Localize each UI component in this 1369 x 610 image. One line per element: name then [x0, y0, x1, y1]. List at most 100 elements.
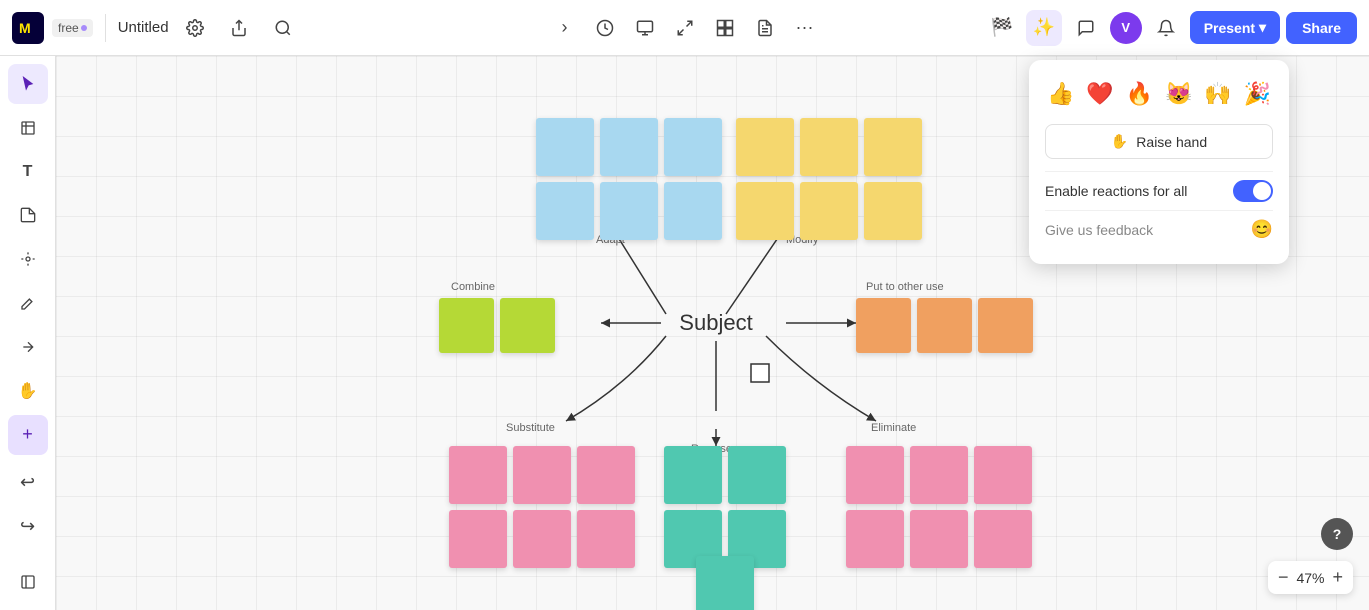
eliminate-label: Eliminate — [871, 422, 916, 434]
svg-text:M: M — [19, 20, 31, 36]
sticky-note[interactable] — [513, 446, 571, 504]
search-button[interactable] — [265, 10, 301, 46]
sticky-note[interactable] — [500, 298, 555, 353]
sticky-note[interactable] — [439, 298, 494, 353]
notes-button[interactable] — [747, 10, 783, 46]
combine-label: Combine — [451, 281, 495, 293]
free-dot — [81, 25, 87, 31]
present-chevron: ▾ — [1259, 19, 1266, 36]
fire-emoji[interactable]: 🔥 — [1124, 76, 1155, 112]
share-label: Share — [1302, 20, 1341, 36]
sticky-note[interactable] — [856, 298, 911, 353]
sticky-note[interactable] — [800, 118, 858, 176]
sticky-note[interactable] — [736, 182, 794, 240]
sticky-note[interactable] — [449, 446, 507, 504]
sticky-note[interactable] — [736, 118, 794, 176]
board-title[interactable]: Untitled — [118, 19, 169, 36]
flag-button[interactable]: 🏁 — [984, 10, 1020, 46]
reactions-button[interactable]: ✨ — [1026, 10, 1062, 46]
raise-hand-icon: ✋ — [1111, 133, 1128, 150]
shape-tool[interactable] — [8, 239, 48, 279]
sticky-note[interactable] — [577, 446, 635, 504]
heart-eyes-cat-emoji[interactable]: 😻 — [1163, 76, 1194, 112]
frames-tool[interactable] — [8, 108, 48, 148]
zoom-controls: − 47% + — [1268, 561, 1353, 594]
sticky-note[interactable] — [846, 446, 904, 504]
sticky-note[interactable] — [600, 182, 658, 240]
sticky-note[interactable] — [917, 298, 972, 353]
miro-logo-icon: M — [12, 12, 44, 44]
sticky-note[interactable] — [864, 118, 922, 176]
free-label: free — [58, 21, 79, 35]
feedback-icon[interactable]: 😊 — [1251, 219, 1273, 240]
help-button[interactable]: ? — [1321, 518, 1353, 550]
feedback-label: Give us feedback — [1045, 222, 1153, 238]
sticky-note[interactable] — [864, 182, 922, 240]
sticky-note-tool[interactable] — [8, 196, 48, 236]
cursor-tool[interactable] — [8, 64, 48, 104]
zoom-out-button[interactable]: − — [1278, 567, 1289, 588]
enable-reactions-label: Enable reactions for all — [1045, 183, 1187, 199]
sticky-note[interactable] — [974, 446, 1032, 504]
enable-reactions-toggle[interactable] — [1233, 180, 1273, 202]
raise-hand-label: Raise hand — [1136, 134, 1207, 150]
pen-tool[interactable] — [8, 283, 48, 323]
undo-button[interactable]: ↩ — [8, 463, 48, 503]
screen-button[interactable] — [627, 10, 663, 46]
sticky-note[interactable] — [974, 510, 1032, 568]
sticky-note[interactable] — [664, 182, 722, 240]
avatar-button[interactable]: V — [1110, 12, 1142, 44]
present-label: Present — [1204, 20, 1255, 36]
sticky-note[interactable] — [728, 446, 786, 504]
heart-emoji[interactable]: ❤️ — [1084, 76, 1115, 112]
topbar-divider — [105, 14, 106, 42]
present-button[interactable]: Present ▾ — [1190, 11, 1280, 44]
sticky-note[interactable] — [577, 510, 635, 568]
party-emoji[interactable]: 🎉 — [1242, 76, 1273, 112]
thumbs-up-emoji[interactable]: 👍 — [1045, 76, 1076, 112]
text-tool[interactable]: T — [8, 152, 48, 192]
timer-button[interactable] — [587, 10, 623, 46]
more-button[interactable]: ··· — [787, 10, 823, 46]
settings-button[interactable] — [177, 10, 213, 46]
reactions-popup: 👍 ❤️ 🔥 😻 🙌 🎉 ✋ Raise hand Enable reactio… — [1029, 60, 1289, 264]
right-toolbar: 🏁 ✨ V Present ▾ Share — [984, 10, 1357, 46]
zoom-in-button[interactable]: + — [1332, 567, 1343, 588]
raised-hands-emoji[interactable]: 🙌 — [1202, 76, 1233, 112]
sticky-note[interactable] — [978, 298, 1033, 353]
toggle-knob — [1253, 182, 1271, 200]
add-tool[interactable]: + — [8, 415, 48, 455]
share-icon-button[interactable] — [221, 10, 257, 46]
notifications-button[interactable] — [1148, 10, 1184, 46]
raise-hand-button[interactable]: ✋ Raise hand — [1045, 124, 1273, 159]
fullscreen-button[interactable] — [667, 10, 703, 46]
sticky-note[interactable] — [910, 446, 968, 504]
sticky-note[interactable] — [449, 510, 507, 568]
sticky-note[interactable] — [600, 118, 658, 176]
sticky-note[interactable] — [664, 446, 722, 504]
arrow-tool[interactable] — [8, 327, 48, 367]
sticky-note[interactable] — [536, 182, 594, 240]
hand-tool[interactable]: ✋ — [8, 371, 48, 411]
sticky-note[interactable] — [536, 118, 594, 176]
topbar: M free Untitled › ··· 🏁 — [0, 0, 1369, 56]
redo-button[interactable]: ↪ — [8, 506, 48, 546]
comments-button[interactable] — [1068, 10, 1104, 46]
free-badge: free — [52, 19, 93, 37]
left-sidebar: T ✋ + ↩ ↪ — [0, 56, 56, 610]
chevron-button[interactable]: › — [547, 10, 583, 46]
sticky-note[interactable] — [513, 510, 571, 568]
avatar-initials: V — [1121, 20, 1130, 35]
sticky-note[interactable] — [846, 510, 904, 568]
subject-text: Subject — [679, 310, 752, 336]
share-button[interactable]: Share — [1286, 12, 1357, 44]
feedback-row: Give us feedback 😊 — [1045, 210, 1273, 248]
sidebar-toggle[interactable] — [8, 562, 48, 602]
sticky-note[interactable] — [800, 182, 858, 240]
center-toolbar: › ··· — [547, 10, 823, 46]
layout-button[interactable] — [707, 10, 743, 46]
zoom-percent: 47% — [1296, 570, 1324, 586]
sticky-note[interactable] — [696, 556, 754, 610]
sticky-note[interactable] — [910, 510, 968, 568]
sticky-note[interactable] — [664, 118, 722, 176]
